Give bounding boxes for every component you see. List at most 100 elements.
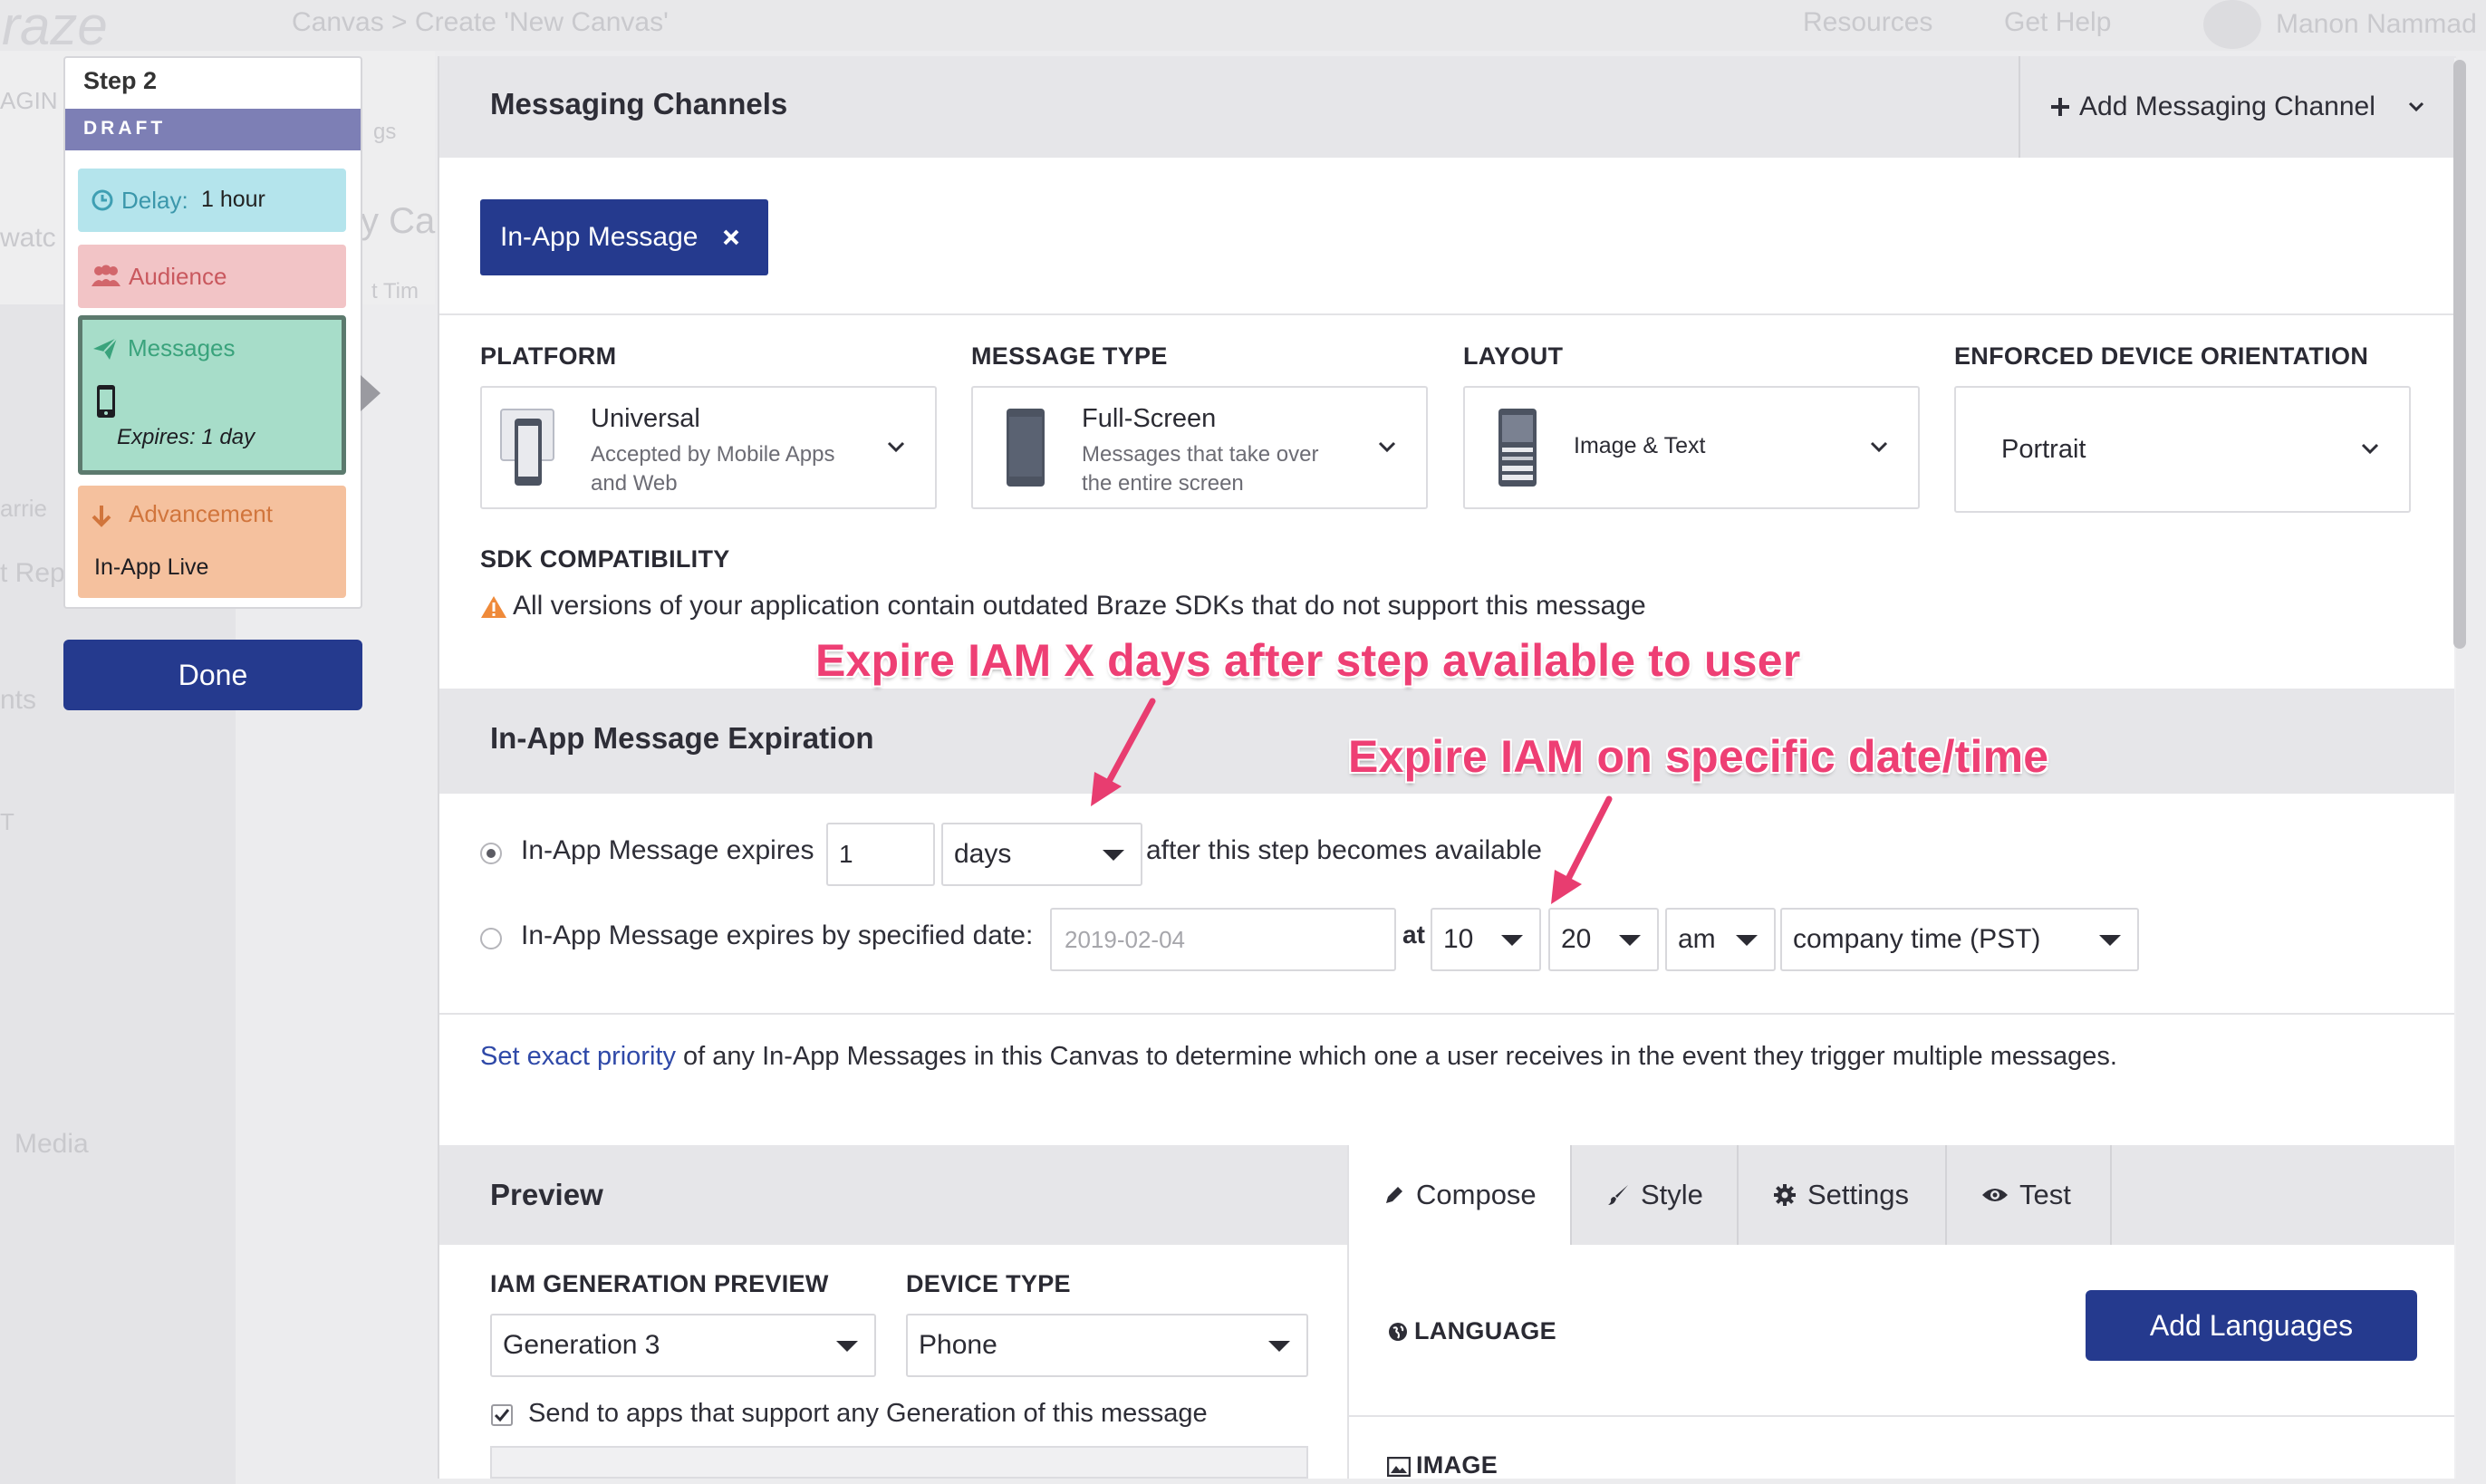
send-icon: [92, 336, 119, 361]
tab-style[interactable]: Style: [1572, 1145, 1737, 1245]
caret-down-icon: [1103, 850, 1124, 861]
device-type-heading: DEVICE TYPE: [906, 1270, 1071, 1297]
generation-heading: IAM GENERATION PREVIEW: [490, 1270, 829, 1297]
messages-card[interactable]: Messages Expires: 1 day: [78, 315, 346, 475]
channel-chip[interactable]: In-App Message: [480, 199, 768, 275]
caret-down-icon: [1736, 935, 1758, 946]
expire-days-label: In-App Message expires: [521, 835, 814, 865]
priority-description: of any In-App Messages in this Canvas to…: [683, 1042, 2117, 1071]
breadcrumb[interactable]: Canvas > Create 'New Canvas': [292, 7, 669, 38]
divider: [2019, 56, 2020, 158]
users-icon: [91, 265, 121, 288]
sdk-heading: SDK COMPATIBILITY: [480, 545, 730, 573]
done-button[interactable]: Done: [63, 640, 362, 710]
annotation-expire-days: Expire IAM X days after step available t…: [815, 635, 1801, 686]
annotation-arrow: [1091, 698, 1156, 806]
layout-select[interactable]: Image & Text: [1463, 386, 1920, 509]
priority-text: Set exact priority of any In-App Message…: [480, 1042, 2117, 1072]
layout-name: Image & Text: [1574, 433, 1706, 458]
user-name[interactable]: Manon Nammad: [2276, 9, 2477, 40]
selected-step-pointer: [361, 375, 381, 411]
orientation-heading: ENFORCED DEVICE ORIENTATION: [1954, 342, 2369, 370]
send-any-generation-label: Send to apps that support any Generation…: [528, 1399, 1208, 1428]
hour-select[interactable]: 10: [1431, 908, 1541, 971]
message-type-select[interactable]: Full-Screen Messages that take over the …: [971, 386, 1428, 509]
expire-date-label: In-App Message expires by specified date…: [521, 920, 1034, 950]
minute-select[interactable]: 20: [1548, 908, 1659, 971]
generation-value: Generation 3: [503, 1330, 660, 1360]
caret-down-icon: [1268, 1341, 1290, 1352]
tab-settings-label: Settings: [1807, 1179, 1910, 1210]
image-text-layout-icon: [1498, 408, 1537, 489]
preview-header: Preview: [439, 1145, 1347, 1245]
expire-unit-select[interactable]: days: [941, 823, 1142, 886]
generation-select[interactable]: Generation 3: [490, 1314, 876, 1377]
ampm-value: am: [1678, 924, 1716, 954]
advancement-label: Advancement: [129, 500, 273, 527]
step-title: Step 2: [83, 67, 158, 94]
expire-days-input[interactable]: 1: [826, 823, 935, 886]
device-type-select[interactable]: Phone: [906, 1314, 1308, 1377]
expire-unit-value: days: [954, 839, 1012, 869]
platform-select[interactable]: Universal Accepted by Mobile Apps and We…: [480, 386, 937, 509]
delay-value: 1 hour: [201, 187, 265, 212]
preview-frame: [490, 1446, 1308, 1479]
ghost-text: AGIN: [0, 87, 58, 114]
ghost-text: y Car: [361, 201, 448, 241]
timezone-select[interactable]: company time (PST): [1780, 908, 2139, 971]
ghost-text: t Tim: [371, 279, 419, 304]
tab-style-label: Style: [1641, 1179, 1703, 1210]
annotation-arrow: [1551, 795, 1613, 904]
tab-compose[interactable]: Compose: [1349, 1145, 1570, 1245]
caret-down-icon: [836, 1341, 858, 1352]
messages-expiry: Expires: 1 day: [117, 425, 255, 449]
tab-settings[interactable]: Settings: [1739, 1145, 1945, 1245]
caret-down-icon: [2099, 935, 2121, 946]
tab-test[interactable]: Test: [1947, 1145, 2110, 1245]
ghost-text: arrie: [0, 495, 48, 522]
send-any-generation-checkbox[interactable]: [491, 1404, 513, 1426]
expire-date-input[interactable]: 2019-02-04: [1050, 908, 1396, 971]
audience-card[interactable]: Audience: [78, 245, 346, 308]
sdk-warning: All versions of your application contain…: [513, 591, 1646, 621]
chevron-down-icon: [1869, 440, 1889, 453]
tab-test-label: Test: [2019, 1179, 2071, 1210]
divider: [439, 1013, 2456, 1015]
mobile-icon: [95, 383, 117, 419]
set-priority-link[interactable]: Set exact priority: [480, 1042, 676, 1071]
add-languages-button[interactable]: Add Languages: [2086, 1290, 2417, 1361]
ghost-text: nts: [0, 685, 37, 715]
nav-help[interactable]: Get Help: [2004, 7, 2111, 38]
clock-icon: [91, 188, 114, 212]
expire-days-radio[interactable]: [480, 843, 502, 864]
ghost-text: Media: [14, 1129, 89, 1159]
ampm-select[interactable]: am: [1665, 908, 1776, 971]
avatar[interactable]: [2203, 0, 2261, 49]
message-type-description: Messages that take over the entire scree…: [1082, 442, 1319, 496]
timezone-value: company time (PST): [1793, 924, 2041, 954]
channel-chip-label: In-App Message: [500, 222, 699, 252]
arrow-down-icon: [91, 504, 112, 527]
expire-date-radio[interactable]: [480, 928, 502, 949]
divider: [2110, 1145, 2112, 1245]
delay-label: Delay:: [121, 187, 188, 214]
message-type-heading: MESSAGE TYPE: [971, 342, 1168, 370]
add-channel-button[interactable]: Add Messaging Channel: [2050, 56, 2456, 158]
annotation-expire-date: Expire IAM on specific date/time: [1348, 731, 2049, 782]
messages-label: Messages: [128, 334, 236, 361]
divider: [439, 313, 2456, 315]
platform-heading: PLATFORM: [480, 342, 617, 370]
brush-icon: [1606, 1183, 1630, 1207]
orientation-select[interactable]: Portrait: [1954, 386, 2411, 513]
status-badge: DRAFT: [65, 109, 361, 150]
close-icon[interactable]: [723, 229, 739, 246]
add-channel-label: Add Messaging Channel: [2079, 92, 2375, 121]
delay-card[interactable]: Delay: 1 hour: [78, 169, 346, 232]
scrollbar-thumb[interactable]: [2453, 60, 2466, 649]
expire-days-suffix: after this step becomes available: [1146, 835, 1542, 865]
warning-icon: [480, 594, 507, 620]
nav-resources[interactable]: Resources: [1803, 7, 1932, 38]
advancement-card[interactable]: Advancement In-App Live: [78, 486, 346, 598]
universal-device-icon: [500, 406, 554, 487]
platform-name: Universal: [591, 404, 700, 433]
